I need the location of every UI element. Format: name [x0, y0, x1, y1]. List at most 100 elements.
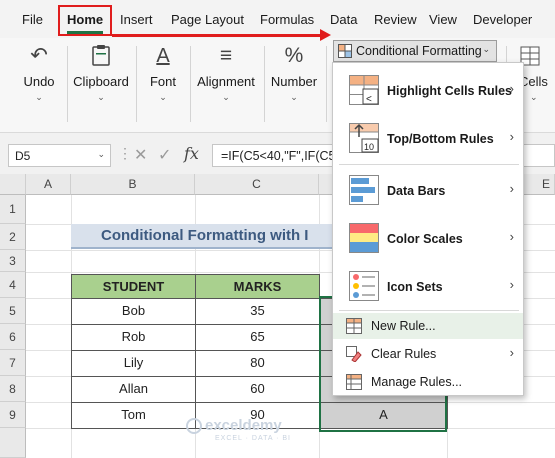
row-header-4[interactable]: 4 [0, 272, 26, 298]
color-scales-label: Color Scales [387, 232, 463, 246]
font-label: Font [149, 74, 176, 89]
icon-sets-label: Icon Sets [387, 280, 443, 294]
tab-file[interactable]: File [22, 12, 43, 27]
column-header-c[interactable]: C [195, 174, 319, 195]
marks-cell[interactable]: 60 [195, 376, 320, 403]
menu-item-icon-sets[interactable]: Icon Sets › [333, 263, 523, 309]
clipboard-label: Clipboard [73, 74, 129, 89]
tab-data[interactable]: Data [330, 12, 357, 27]
row-header-7[interactable]: 7 [0, 350, 26, 376]
row-header-5[interactable]: 5 [0, 298, 26, 324]
student-name-cell[interactable]: Allan [71, 376, 196, 403]
undo-group[interactable]: ↶ Undo ⌄ [14, 38, 64, 133]
chevron-right-icon: › [509, 277, 514, 292]
ribbon-separator [326, 46, 327, 122]
conditional-formatting-button[interactable]: Conditional Formatting ⌄ [333, 40, 497, 62]
chevron-right-icon: › [509, 81, 514, 96]
cancel-icon[interactable]: ✕ [134, 145, 147, 165]
undo-label: Undo [23, 74, 55, 89]
new-rule-icon [346, 318, 362, 334]
data-bars-label: Data Bars [387, 184, 446, 198]
row-header-8[interactable]: 8 [0, 376, 26, 402]
student-name-cell[interactable]: Bob [71, 298, 196, 325]
column-header-a[interactable]: A [26, 174, 71, 195]
tab-review[interactable]: Review [374, 12, 417, 27]
percent-icon: % [284, 44, 304, 67]
header-marks[interactable]: MARKS [195, 274, 320, 299]
alignment-label: Alignment [197, 74, 255, 89]
watermark: exceldemy [205, 417, 282, 434]
menu-separator [339, 164, 519, 165]
font-group[interactable]: A Font ⌄ [140, 38, 186, 133]
manage-rules-label: Manage Rules... [371, 375, 463, 389]
header-student[interactable]: STUDENT [71, 274, 196, 299]
exceldemy-logo-icon [186, 418, 202, 434]
icon-sets-icon [349, 271, 379, 301]
clipboard-group[interactable]: Clipboard ⌄ [70, 38, 132, 133]
name-box[interactable]: D5 ⌄ [8, 144, 111, 167]
chevron-down-icon: ⌄ [97, 92, 105, 102]
row-header-10[interactable] [0, 428, 26, 458]
chevron-right-icon: › [509, 229, 514, 244]
chevron-down-icon: ⌄ [97, 149, 105, 159]
top-bottom-icon: 10 [349, 123, 379, 153]
select-all-corner[interactable] [0, 174, 26, 195]
font-color-icon: A [156, 45, 170, 67]
menu-item-top-bottom-rules[interactable]: 10 Top/Bottom Rules › [333, 115, 523, 161]
grade-cell[interactable]: A [319, 402, 448, 429]
tab-page-layout[interactable]: Page Layout [171, 12, 244, 27]
menu-item-manage-rules[interactable]: Manage Rules... [333, 369, 523, 395]
highlight-cells-icon: < [349, 75, 379, 105]
chevron-right-icon: › [509, 181, 514, 196]
clear-rules-label: Clear Rules [371, 347, 437, 361]
new-rule-label: New Rule... [371, 319, 436, 333]
annotation-arrow-line [112, 34, 324, 37]
menu-item-clear-rules[interactable]: Clear Rules › [333, 341, 523, 367]
conditional-formatting-menu: < Highlight Cells Rules › 10 Top/Bottom … [332, 62, 524, 396]
color-scales-icon [349, 223, 379, 253]
align-icon: ≡ [219, 44, 233, 67]
student-name-cell[interactable]: Tom [71, 402, 196, 429]
row-header-3[interactable]: 3 [0, 250, 26, 272]
number-group[interactable]: % Number ⌄ [267, 38, 321, 133]
alignment-group[interactable]: ≡ Alignment ⌄ [193, 38, 259, 133]
row-header-2[interactable]: 2 [0, 224, 26, 250]
svg-text:<: < [366, 94, 372, 105]
student-name-cell[interactable]: Rob [71, 324, 196, 351]
sheet-title: Conditional Formatting with I [101, 227, 309, 244]
ribbon-separator [190, 46, 191, 122]
clipboard-icon [70, 44, 132, 72]
marks-cell[interactable]: 35 [195, 298, 320, 325]
menu-item-highlight-cells-rules[interactable]: < Highlight Cells Rules › [333, 67, 523, 113]
chevron-down-icon: ⌄ [290, 92, 298, 102]
tab-formulas[interactable]: Formulas [260, 12, 314, 27]
chevron-down-icon: ⌄ [482, 44, 490, 54]
menu-item-new-rule[interactable]: New Rule... [333, 313, 523, 339]
eraser-icon [346, 346, 362, 362]
marks-cell[interactable]: 65 [195, 324, 320, 351]
check-icon[interactable]: ✓ [158, 145, 171, 165]
tab-insert[interactable]: Insert [120, 12, 153, 27]
row-header-1[interactable]: 1 [0, 195, 26, 224]
data-bars-icon [349, 175, 379, 205]
menu-item-data-bars[interactable]: Data Bars › [333, 167, 523, 213]
annotation-arrowhead [320, 29, 331, 41]
marks-cell[interactable]: 80 [195, 350, 320, 377]
chevron-right-icon: › [509, 345, 514, 360]
menu-item-color-scales[interactable]: Color Scales › [333, 215, 523, 261]
top-bottom-rules-label: Top/Bottom Rules [387, 132, 494, 146]
student-name-cell[interactable]: Lily [71, 350, 196, 377]
tab-developer[interactable]: Developer [473, 12, 532, 27]
svg-text:10: 10 [364, 142, 374, 152]
tab-view[interactable]: View [429, 12, 457, 27]
conditional-formatting-icon [338, 44, 352, 58]
drag-handle-icon[interactable]: ⋮ [118, 145, 132, 162]
insert-function-icon[interactable]: fx [184, 144, 199, 163]
watermark-tagline: EXCEL · DATA · BI [215, 435, 291, 442]
name-box-value: D5 [15, 149, 31, 163]
conditional-formatting-label: Conditional Formatting [356, 44, 482, 58]
column-header-b[interactable]: B [71, 174, 195, 195]
menu-separator [339, 310, 519, 311]
row-header-6[interactable]: 6 [0, 324, 26, 350]
row-header-9[interactable]: 9 [0, 402, 26, 428]
